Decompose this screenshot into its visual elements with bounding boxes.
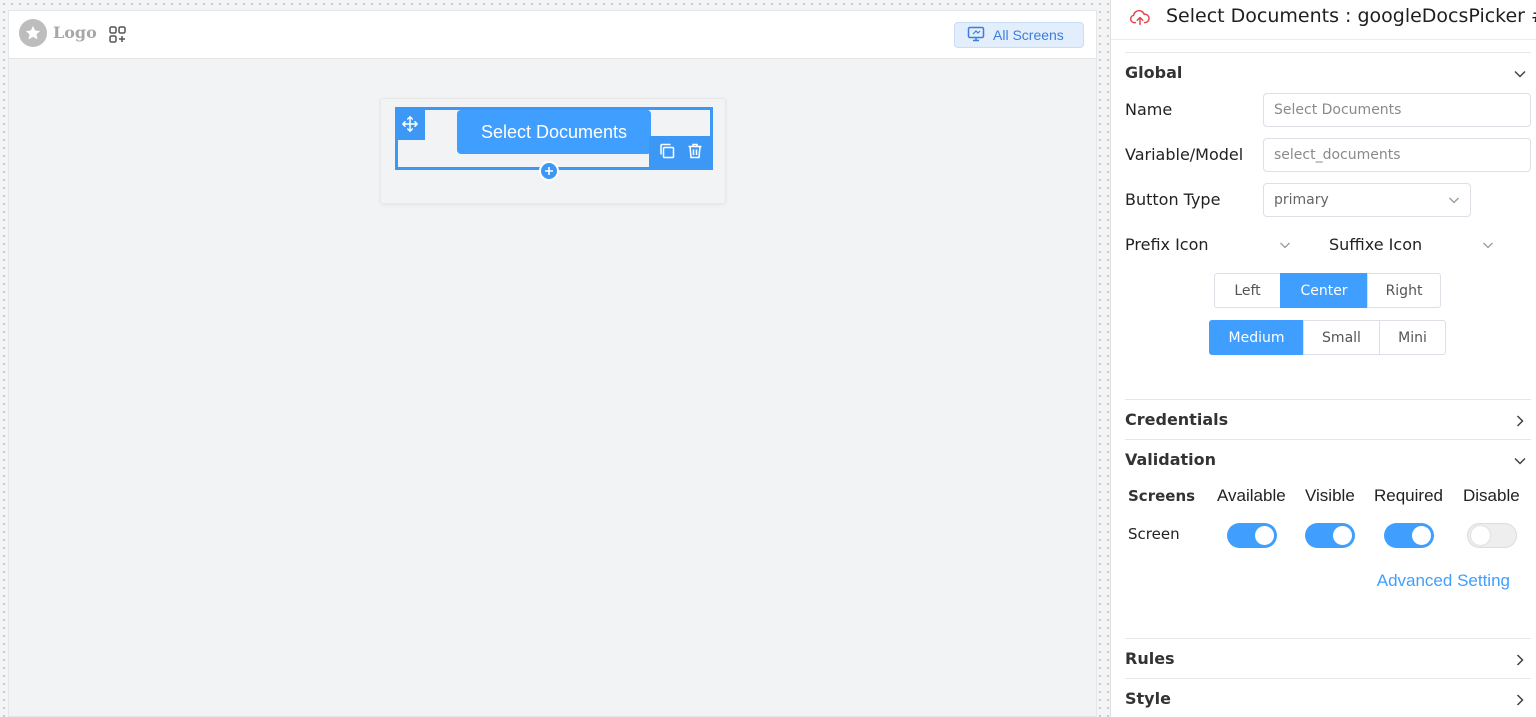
advanced-setting-link[interactable]: Advanced Setting bbox=[1377, 571, 1510, 591]
alignment-segmented-control: Left Center Right bbox=[1214, 273, 1441, 308]
available-column-header: Available bbox=[1217, 486, 1286, 505]
chevron-right-icon bbox=[1513, 692, 1527, 706]
app-header: Logo All Screens bbox=[9, 11, 1096, 59]
section-style-header[interactable]: Style bbox=[1125, 678, 1531, 717]
section-rules-header[interactable]: Rules bbox=[1125, 638, 1531, 678]
name-label: Name bbox=[1125, 100, 1173, 119]
chevron-right-icon bbox=[1513, 652, 1527, 666]
add-widget-grid-icon[interactable] bbox=[108, 25, 128, 45]
properties-panel: Select Documents : googleDocsPicker #s G… bbox=[1110, 0, 1536, 717]
name-input[interactable]: Select Documents bbox=[1263, 93, 1531, 127]
logo-star-icon bbox=[19, 19, 47, 47]
section-credentials-title: Credentials bbox=[1125, 410, 1229, 429]
section-validation-title: Validation bbox=[1125, 450, 1217, 469]
screens-column-header: Screens bbox=[1128, 487, 1196, 505]
panel-title-row: Select Documents : googleDocsPicker #s bbox=[1111, 0, 1536, 40]
widget-actions bbox=[649, 136, 713, 170]
all-screens-button[interactable]: All Screens bbox=[954, 22, 1084, 48]
visible-column-header: Visible bbox=[1305, 486, 1355, 505]
prefix-icon-label: Prefix Icon bbox=[1125, 235, 1209, 254]
button-type-value: primary bbox=[1274, 192, 1329, 208]
section-validation-header[interactable]: Validation bbox=[1125, 439, 1531, 479]
chevron-right-icon bbox=[1513, 413, 1527, 427]
variable-model-placeholder: select_documents bbox=[1274, 147, 1401, 163]
available-toggle[interactable] bbox=[1227, 523, 1277, 548]
all-screens-label: All Screens bbox=[993, 27, 1064, 43]
align-right-option[interactable]: Right bbox=[1367, 273, 1441, 308]
section-style-title: Style bbox=[1125, 689, 1171, 708]
chevron-down-icon bbox=[1448, 194, 1460, 206]
widget-container[interactable]: Select Documents bbox=[380, 98, 726, 204]
required-column-header: Required bbox=[1374, 486, 1443, 505]
name-input-placeholder: Select Documents bbox=[1274, 102, 1402, 118]
monitor-icon bbox=[967, 26, 985, 45]
align-left-option[interactable]: Left bbox=[1214, 273, 1281, 308]
visible-toggle[interactable] bbox=[1305, 523, 1355, 548]
button-type-label: Button Type bbox=[1125, 190, 1221, 209]
size-segmented-control: Medium Small Mini bbox=[1209, 320, 1446, 355]
size-mini-option[interactable]: Mini bbox=[1379, 320, 1446, 355]
variable-model-input[interactable]: select_documents bbox=[1263, 138, 1531, 172]
disable-toggle[interactable] bbox=[1467, 523, 1517, 548]
disable-column-header: Disable bbox=[1463, 486, 1520, 505]
align-center-option[interactable]: Center bbox=[1280, 273, 1368, 308]
selected-widget-frame[interactable]: Select Documents bbox=[395, 107, 713, 181]
add-below-icon[interactable] bbox=[539, 161, 559, 181]
variable-model-label: Variable/Model bbox=[1125, 145, 1244, 164]
section-rules-title: Rules bbox=[1125, 649, 1175, 668]
select-documents-button[interactable]: Select Documents bbox=[457, 110, 651, 154]
section-global-title: Global bbox=[1125, 63, 1183, 82]
suffix-icon-label: Suffixe Icon bbox=[1329, 235, 1423, 254]
cloud-upload-icon bbox=[1129, 8, 1151, 28]
design-canvas[interactable]: Logo All Screens Select Documents bbox=[0, 0, 1110, 717]
chevron-down-icon bbox=[1513, 66, 1527, 80]
screen-preview: Logo All Screens Select Documents bbox=[8, 10, 1097, 717]
screen-row-label: Screen bbox=[1128, 525, 1180, 543]
copy-icon[interactable] bbox=[658, 142, 676, 164]
section-global-header[interactable]: Global bbox=[1125, 52, 1531, 92]
panel-title: Select Documents : googleDocsPicker #s bbox=[1166, 5, 1536, 27]
required-toggle[interactable] bbox=[1384, 523, 1434, 548]
suffix-icon-chevron-down-icon[interactable] bbox=[1482, 238, 1494, 256]
button-type-select[interactable]: primary bbox=[1263, 183, 1471, 217]
section-credentials-header[interactable]: Credentials bbox=[1125, 399, 1531, 439]
size-medium-option[interactable]: Medium bbox=[1209, 320, 1304, 355]
move-icon[interactable] bbox=[395, 107, 425, 140]
chevron-down-icon bbox=[1513, 453, 1527, 467]
size-small-option[interactable]: Small bbox=[1303, 320, 1380, 355]
prefix-icon-chevron-down-icon[interactable] bbox=[1279, 238, 1291, 256]
delete-icon[interactable] bbox=[686, 142, 704, 164]
logo-text: Logo bbox=[53, 23, 97, 42]
